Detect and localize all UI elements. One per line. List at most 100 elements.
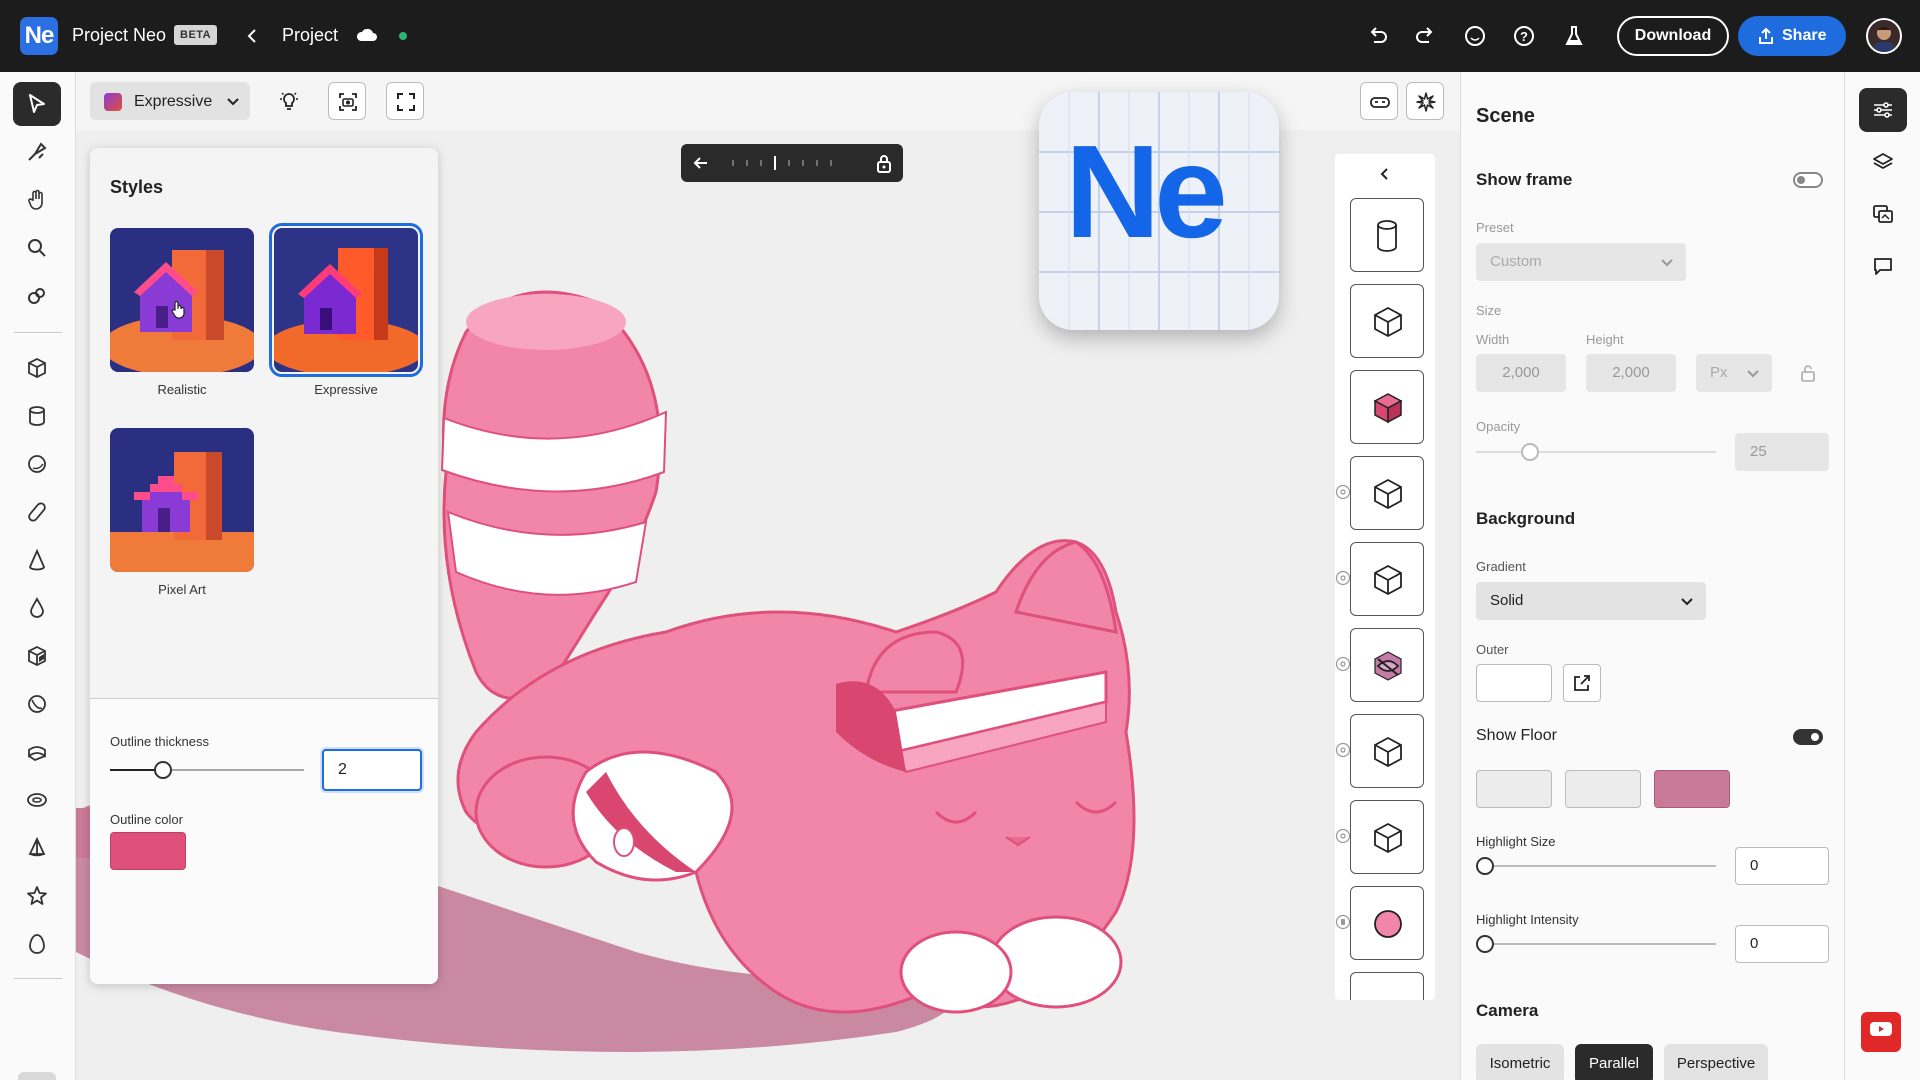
visibility-toggle-icon[interactable] [1335,656,1351,672]
color-swatch-tool[interactable] [18,1072,56,1080]
torus-knot-tool-button[interactable] [13,682,61,726]
rotation-ticks[interactable] [729,156,839,170]
egg-tool-button[interactable] [13,922,61,966]
layers-icon [1873,153,1893,169]
show-frame-toggle[interactable] [1793,172,1823,188]
arrow-left-icon[interactable] [691,153,711,173]
vr-view-button[interactable] [1360,82,1398,120]
width-input[interactable]: 2,000 [1476,354,1566,392]
camera-parallel-button[interactable]: Parallel [1575,1044,1653,1080]
object-item-cube-selected-color[interactable] [1350,370,1424,444]
object-item-cylinder[interactable] [1350,198,1424,272]
redo-icon[interactable] [1411,22,1439,50]
undo-icon[interactable] [1364,22,1392,50]
visibility-toggle-icon[interactable] [1335,828,1351,844]
lock-icon [877,155,891,173]
highlight-intensity-handle[interactable] [1476,935,1494,953]
assets-tab[interactable] [1859,192,1907,236]
object-item-cube[interactable] [1350,456,1424,530]
object-item-hidden[interactable] [1350,628,1424,702]
object-item-cube[interactable] [1350,800,1424,874]
outline-thickness-handle[interactable] [154,761,172,779]
labs-flask-icon[interactable] [1560,22,1588,50]
highlight-intensity-slider[interactable] [1476,943,1716,945]
unlock-ratio-icon[interactable] [1799,363,1817,383]
capsule-tool-button[interactable] [13,490,61,534]
style-option-pixel-art[interactable] [110,428,254,572]
share-button[interactable]: Share [1738,16,1846,56]
app-logo[interactable]: Ne [20,17,58,55]
preset-dropdown[interactable]: Custom [1476,243,1686,281]
outline-thickness-input[interactable]: 2 [322,749,422,791]
visibility-toggle-icon[interactable] [1335,742,1351,758]
camera-capture-button[interactable] [328,82,366,120]
show-floor-toggle[interactable] [1793,729,1823,745]
object-item-cube[interactable] [1350,542,1424,616]
fit-frame-button[interactable] [386,82,424,120]
style-option-realistic[interactable] [110,228,254,372]
lighting-button[interactable] [270,82,308,120]
subscribe-badge[interactable] [1861,1012,1901,1052]
object-item-cube[interactable] [1350,714,1424,788]
highlight-intensity-input[interactable]: 0 [1735,925,1829,963]
box-cut-tool-button[interactable] [13,634,61,678]
properties-tab[interactable] [1859,88,1907,132]
pyramid-tool-button[interactable] [13,826,61,870]
breadcrumb-project[interactable]: Project [282,25,338,46]
highlight-size-input[interactable]: 0 [1735,847,1829,885]
pixel-art-thumbnail [110,428,254,572]
cylinder-tool-button[interactable] [13,394,61,438]
style-option-expressive[interactable] [269,223,423,377]
lock-view-button[interactable] [865,144,903,182]
brush-tool-button[interactable] [13,274,61,318]
cube-tool-button[interactable] [13,346,61,390]
visibility-toggle-icon[interactable] [1335,570,1351,586]
view-rotation-control[interactable] [681,144,891,182]
user-avatar[interactable] [1866,18,1902,54]
drop-tool-button[interactable] [13,586,61,630]
back-chevron-icon[interactable] [244,24,260,48]
help-icon[interactable]: ? [1510,22,1538,50]
gradient-dropdown[interactable]: Solid [1476,582,1706,620]
object-item-sphere[interactable] [1350,886,1424,960]
comments-tab[interactable] [1859,244,1907,288]
lock-toggle-icon[interactable] [1335,914,1351,930]
camera-perspective-button[interactable]: Perspective [1664,1044,1768,1080]
object-item-partial[interactable] [1350,972,1424,1000]
emoji-icon[interactable] [1461,22,1489,50]
opacity-input[interactable]: 25 [1735,433,1829,471]
eyedropper-button[interactable] [1563,664,1601,702]
object-item-cube[interactable] [1350,284,1424,358]
style-dropdown[interactable]: Expressive [90,82,250,120]
star-tool-button[interactable] [13,874,61,918]
outline-color-swatch[interactable] [110,832,186,870]
collapse-chevron-icon[interactable] [1377,166,1393,182]
select-tool-button[interactable] [13,82,61,126]
download-button[interactable]: Download [1617,16,1729,56]
unit-dropdown[interactable]: Px [1696,354,1772,392]
height-input[interactable]: 2,000 [1586,354,1676,392]
cone-tool-button[interactable] [13,538,61,582]
opacity-slider-handle[interactable] [1521,443,1539,461]
pen-tool-button[interactable] [13,130,61,174]
canvas-viewport[interactable]: Expressive Ne Styles Realistic Expressiv… [76,72,1460,1080]
sphere-tool-button[interactable] [13,442,61,486]
zoom-tool-button[interactable] [13,226,61,270]
ring-tool-button[interactable] [13,778,61,822]
hand-tool-button[interactable] [13,178,61,222]
floor-color-swatch-2[interactable] [1565,770,1641,808]
floor-color-swatch-3[interactable] [1654,770,1730,808]
brush-icon [28,288,45,304]
toolbar-divider [14,332,62,333]
half-cylinder-tool-button[interactable] [13,730,61,774]
outer-color-swatch[interactable] [1476,664,1552,702]
floor-color-swatch-1[interactable] [1476,770,1552,808]
camera-isometric-button[interactable]: Isometric [1476,1044,1564,1080]
highlight-size-slider[interactable] [1476,865,1716,867]
outline-thickness-fill [110,769,160,771]
highlight-size-handle[interactable] [1476,857,1494,875]
layers-tab[interactable] [1859,140,1907,184]
visibility-toggle-icon[interactable] [1335,484,1351,500]
effects-button[interactable] [1406,82,1444,120]
opacity-slider[interactable] [1476,451,1716,453]
